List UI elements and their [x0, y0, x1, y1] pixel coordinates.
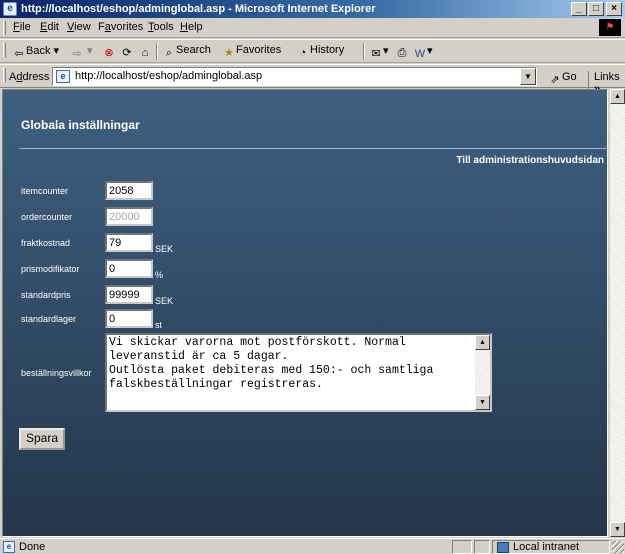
divider — [19, 148, 607, 149]
home-icon: ⌂ — [141, 47, 149, 59]
scroll-up-button[interactable]: ▲ — [610, 89, 625, 104]
resize-grip[interactable] — [612, 541, 624, 553]
label-prismodifikator: prismodifikator — [21, 264, 80, 274]
menu-view[interactable]: View — [67, 21, 91, 33]
zone-text: Local intranet — [513, 541, 580, 553]
status-text: Done — [19, 541, 46, 553]
search-icon: ⌕ — [165, 47, 173, 59]
back-button[interactable]: ⇦ Back ▾ — [12, 44, 59, 61]
label-standardpris: standardpris — [21, 290, 71, 300]
print-icon: ⎙ — [397, 47, 407, 59]
label-standardlager: standardlager — [21, 314, 77, 324]
status-pane — [452, 540, 472, 554]
stop-button[interactable]: ⊗ — [102, 44, 116, 60]
windows-logo-icon: ⚑ — [599, 19, 621, 36]
menu-grip — [3, 21, 6, 35]
menu-help[interactable]: Help — [180, 21, 203, 33]
go-button[interactable]: ⇗ Go — [548, 71, 576, 87]
menu-tools[interactable]: Tools — [148, 21, 174, 33]
unit-st: st — [155, 320, 163, 330]
menu-favorites[interactable]: Favorites — [98, 21, 143, 33]
address-dropdown-button[interactable]: ▼ — [520, 68, 536, 85]
page-title: Globala inställningar — [21, 118, 140, 132]
bestallningsvillkor-text: Vi skickar varorna mot postförskott. Nor… — [109, 336, 434, 391]
maximize-button[interactable]: □ — [588, 2, 604, 16]
page-scrollbar[interactable]: ▲ ▼ — [610, 89, 625, 537]
page-done-icon: e — [3, 541, 15, 553]
print-button[interactable]: ⎙ — [395, 44, 409, 60]
page-icon: e — [56, 70, 70, 83]
unit-sek: SEK — [155, 244, 174, 254]
standardpris-input[interactable]: 99999 — [105, 285, 153, 304]
mail-button[interactable]: ✉ ▾ — [369, 44, 388, 61]
back-arrow-icon: ⇦ — [14, 48, 24, 60]
status-pane — [474, 540, 490, 554]
favorites-icon: ★ — [224, 47, 234, 59]
word-edit-icon: W — [414, 48, 426, 60]
stop-icon: ⊗ — [104, 47, 114, 59]
unit-sek: SEK — [155, 296, 174, 306]
zone-pane: Local intranet — [492, 540, 610, 554]
ordercounter-input[interactable]: 20000 — [105, 207, 153, 226]
page-content: Globala inställningar Till administratio… — [2, 89, 608, 537]
toolbar-separator — [363, 43, 365, 60]
menu-file[interactable]: File — [13, 21, 31, 33]
favorites-button[interactable]: ★ Favorites — [222, 44, 281, 60]
scroll-down-button[interactable]: ▼ — [610, 522, 625, 537]
status-bar: e Done Local intranet — [0, 538, 625, 554]
go-arrow-icon: ⇗ — [550, 74, 560, 86]
refresh-icon: ⟳ — [122, 47, 132, 59]
textarea-scrollbar[interactable]: ▲ ▼ — [475, 335, 490, 410]
refresh-button[interactable]: ⟳ — [120, 44, 134, 60]
address-url: http://localhost/eshop/adminglobal.asp — [75, 70, 263, 82]
ie-icon: e — [3, 2, 17, 16]
home-button[interactable]: ⌂ — [138, 44, 152, 60]
minimize-button[interactable]: _ — [571, 2, 587, 16]
label-itemcounter: itemcounter — [21, 186, 69, 196]
address-label: Address — [9, 71, 50, 83]
menu-bar: File Edit View Favorites Tools Help ⚑ — [0, 18, 625, 38]
address-bar: Address e http://localhost/eshop/admingl… — [0, 64, 625, 95]
forward-button[interactable]: ⇨ ▾ — [70, 44, 92, 61]
history-icon: ◔ — [299, 47, 307, 59]
prismodifikator-input[interactable]: 0 — [105, 259, 153, 278]
history-button[interactable]: ◔ History — [296, 44, 345, 60]
edit-button[interactable]: W ▾ — [413, 44, 433, 61]
admin-main-link[interactable]: Till administrationshuvudsidan — [456, 155, 604, 166]
mail-icon: ✉ — [371, 48, 381, 60]
menu-edit[interactable]: Edit — [40, 21, 59, 33]
forward-arrow-icon: ⇨ — [72, 48, 82, 60]
local-intranet-icon — [497, 542, 509, 553]
unit-percent: % — [155, 270, 164, 280]
toolbar: ⇦ Back ▾ ⇨ ▾ ⊗ ⟳ ⌂ ⌕ Search ★ Favorites ◔ Hi… — [0, 39, 625, 63]
address-grip — [3, 68, 6, 82]
label-bestallningsvillkor: beställningsvillkor — [21, 368, 92, 378]
scroll-down-button[interactable]: ▼ — [475, 395, 490, 410]
toolbar-separator — [156, 43, 158, 60]
itemcounter-input[interactable]: 2058 — [105, 181, 153, 200]
address-input[interactable]: e http://localhost/eshop/adminglobal.asp… — [52, 67, 537, 86]
title-bar: e http://localhost/eshop/adminglobal.asp… — [0, 0, 625, 18]
fraktkostnad-input[interactable]: 79 — [105, 233, 153, 252]
close-button[interactable]: × — [606, 2, 622, 16]
save-button[interactable]: Spara — [19, 428, 65, 450]
scroll-up-button[interactable]: ▲ — [475, 335, 490, 350]
standardlager-input[interactable]: 0 — [105, 309, 153, 328]
bestallningsvillkor-textarea[interactable]: Vi skickar varorna mot postförskott. Nor… — [105, 333, 492, 412]
toolbar-grip — [3, 43, 6, 57]
label-fraktkostnad: fraktkostnad — [21, 238, 71, 248]
search-button[interactable]: ⌕ Search — [162, 44, 211, 60]
window-title: http://localhost/eshop/adminglobal.asp -… — [21, 3, 376, 15]
label-ordercounter: ordercounter — [21, 212, 73, 222]
